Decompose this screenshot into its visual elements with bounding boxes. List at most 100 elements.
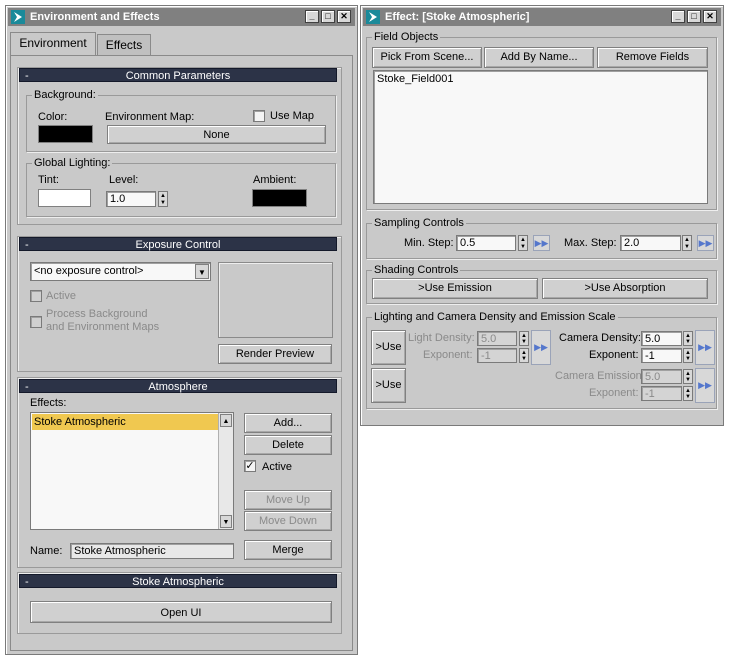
- level-label: Level:: [109, 174, 139, 186]
- min-step-spinner[interactable]: ▲ ▼: [518, 235, 528, 251]
- tint-color-swatch[interactable]: [38, 189, 91, 207]
- shading-controls-label: Shading Controls: [372, 264, 461, 276]
- atmosphere-active-checkbox[interactable]: ✓: [244, 460, 256, 472]
- move-down-button[interactable]: Move Down: [244, 511, 332, 531]
- lighting-camera-label: Lighting and Camera Density and Emission…: [372, 311, 618, 323]
- exposure-active-checkbox[interactable]: [30, 290, 42, 302]
- open-ui-button[interactable]: Open UI: [30, 601, 332, 623]
- minimize-button[interactable]: _: [305, 10, 319, 23]
- scroll-up-icon[interactable]: ▲: [220, 414, 232, 427]
- env-map-label: Environment Map:: [105, 111, 195, 123]
- camera-emission-arrow-icon[interactable]: ▶▶: [695, 368, 715, 403]
- field-objects-listbox[interactable]: Stoke_Field001: [373, 70, 708, 204]
- tab-environment[interactable]: Environment: [10, 32, 96, 56]
- light-exponent-label: Exponent:: [423, 349, 473, 361]
- atmosphere-header[interactable]: - Atmosphere: [19, 379, 337, 393]
- light-density-arrow-icon[interactable]: ▶▶: [531, 330, 551, 365]
- camera-density-spinner[interactable]: ▲ ▼: [683, 331, 693, 346]
- effect-name-field[interactable]: Stoke Atmospheric: [70, 543, 234, 559]
- scroll-down-icon[interactable]: ▼: [220, 515, 232, 528]
- env-title: Environment and Effects: [30, 11, 160, 23]
- camera-density-arrow-icon[interactable]: ▶▶: [695, 330, 715, 365]
- min-step-label: Min. Step:: [404, 237, 454, 249]
- effect-title: Effect: [Stoke Atmospheric]: [385, 11, 530, 23]
- camera-density-field[interactable]: 5.0: [641, 331, 682, 346]
- camera-emission-field[interactable]: 5.0: [641, 369, 682, 384]
- max-step-label: Max. Step:: [564, 237, 617, 249]
- process-background-checkbox[interactable]: [30, 316, 42, 328]
- max-step-arrow-icon[interactable]: ▶▶: [697, 235, 714, 251]
- background-color-swatch[interactable]: [38, 125, 93, 143]
- exposure-control-header[interactable]: - Exposure Control: [19, 237, 337, 251]
- use-map-label: Use Map: [270, 110, 315, 122]
- maximize-button[interactable]: □: [687, 10, 701, 23]
- exposure-active-label: Active: [46, 290, 76, 302]
- color-label: Color:: [38, 111, 68, 123]
- exposure-select[interactable]: <no exposure control> ▼: [30, 262, 211, 281]
- use-map-checkbox[interactable]: [253, 110, 265, 122]
- global-lighting-label: Global Lighting:: [32, 157, 113, 169]
- add-by-name-button[interactable]: Add By Name...: [484, 47, 594, 68]
- use-emission-button[interactable]: >Use Emission: [372, 278, 538, 299]
- use-camera-emission-button[interactable]: >Use: [371, 368, 406, 403]
- close-button[interactable]: ✕: [703, 10, 717, 23]
- stoke-atmospheric-header[interactable]: - Stoke Atmospheric: [19, 574, 337, 588]
- light-density-field[interactable]: 5.0: [477, 331, 517, 346]
- camera-exponent-spinner[interactable]: ▲ ▼: [683, 348, 693, 363]
- min-step-field[interactable]: 0.5: [456, 235, 516, 251]
- name-label: Name:: [30, 545, 63, 557]
- list-item[interactable]: Stoke Atmospheric: [32, 414, 218, 430]
- use-absorption-button[interactable]: >Use Absorption: [542, 278, 708, 299]
- render-preview-button[interactable]: Render Preview: [218, 344, 332, 364]
- effect-window: Effect: [Stoke Atmospheric] _ □ ✕ Field …: [360, 5, 724, 426]
- minimize-button[interactable]: _: [671, 10, 685, 23]
- tab-effects[interactable]: Effects: [97, 34, 151, 55]
- env-map-button[interactable]: None: [107, 125, 326, 144]
- env-titlebar[interactable]: Environment and Effects _ □ ✕: [8, 8, 355, 26]
- light-density-spinner[interactable]: ▲ ▼: [519, 331, 529, 346]
- field-objects-label: Field Objects: [372, 31, 441, 43]
- pick-from-scene-button[interactable]: Pick From Scene...: [372, 47, 482, 68]
- sampling-controls-label: Sampling Controls: [372, 217, 466, 229]
- add-effect-button[interactable]: Add...: [244, 413, 332, 433]
- process-background-label-1: Process Background: [46, 308, 148, 320]
- maximize-button[interactable]: □: [321, 10, 335, 23]
- app-logo-icon: [366, 10, 380, 24]
- remove-fields-button[interactable]: Remove Fields: [597, 47, 708, 68]
- close-button[interactable]: ✕: [337, 10, 351, 23]
- list-item[interactable]: Stoke_Field001: [377, 73, 453, 85]
- environment-effects-window: Environment and Effects _ □ ✕ Environmen…: [5, 5, 358, 655]
- process-background-label-2: and Environment Maps: [46, 321, 160, 333]
- ambient-label: Ambient:: [253, 174, 297, 186]
- emission-exponent-label: Exponent:: [589, 387, 639, 399]
- exposure-preview-area: [218, 262, 333, 338]
- effects-listbox[interactable]: Stoke Atmospheric ▲ ▼: [30, 412, 234, 530]
- move-up-button[interactable]: Move Up: [244, 490, 332, 510]
- effect-titlebar[interactable]: Effect: [Stoke Atmospheric] _ □ ✕: [363, 8, 721, 26]
- camera-exponent-field[interactable]: -1: [641, 348, 682, 363]
- common-parameters-header[interactable]: - Common Parameters: [19, 68, 337, 82]
- camera-emission-label: Camera Emission:: [555, 370, 645, 382]
- scrollbar[interactable]: ▲ ▼: [218, 413, 233, 529]
- app-logo-icon: [11, 10, 25, 24]
- emission-exponent-spinner[interactable]: ▲ ▼: [683, 386, 693, 401]
- light-exponent-spinner[interactable]: ▲ ▼: [519, 348, 529, 363]
- level-field[interactable]: 1.0: [106, 191, 156, 207]
- delete-effect-button[interactable]: Delete: [244, 435, 332, 455]
- camera-exponent-label: Exponent:: [589, 349, 639, 361]
- light-exponent-field[interactable]: -1: [477, 348, 517, 363]
- max-step-spinner[interactable]: ▲ ▼: [682, 235, 692, 251]
- level-spinner[interactable]: ▲ ▼: [158, 191, 168, 207]
- effects-label: Effects:: [30, 397, 67, 409]
- emission-exponent-field[interactable]: -1: [641, 386, 682, 401]
- camera-density-label: Camera Density:: [559, 332, 641, 344]
- use-light-density-button[interactable]: >Use: [371, 330, 406, 365]
- tint-label: Tint:: [38, 174, 59, 186]
- merge-button[interactable]: Merge: [244, 540, 332, 560]
- background-label: Background:: [32, 89, 98, 101]
- chevron-down-icon[interactable]: ▼: [195, 264, 209, 279]
- camera-emission-spinner[interactable]: ▲ ▼: [683, 369, 693, 384]
- ambient-color-swatch[interactable]: [252, 189, 307, 207]
- max-step-field[interactable]: 2.0: [620, 235, 681, 251]
- min-step-arrow-icon[interactable]: ▶▶: [533, 235, 550, 251]
